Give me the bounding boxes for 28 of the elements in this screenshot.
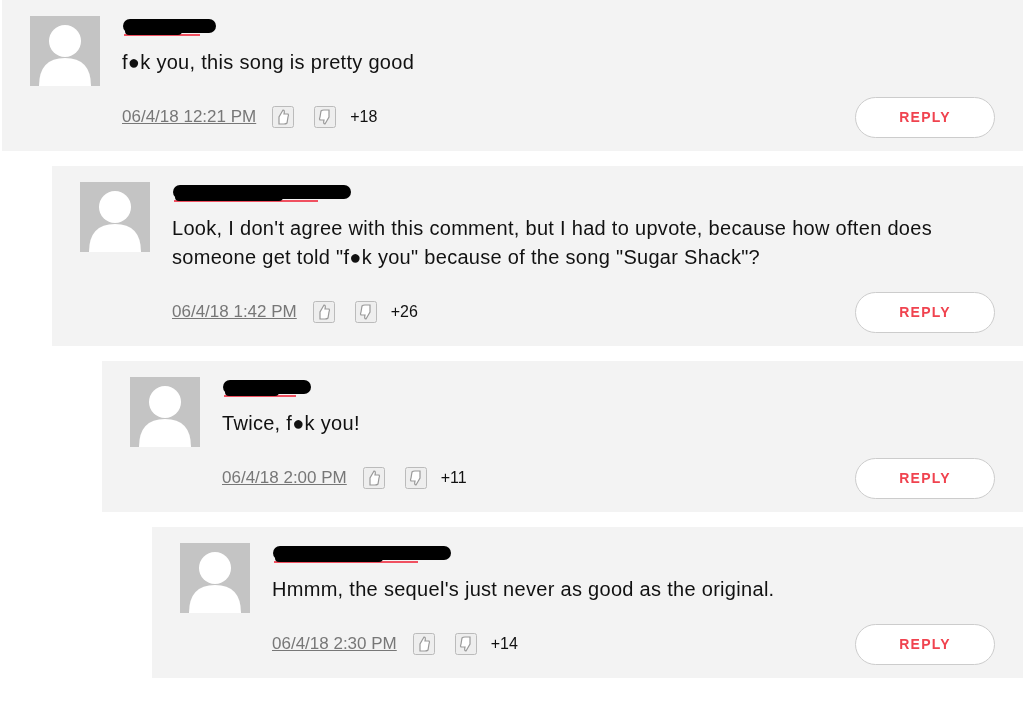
timestamp-link[interactable]: 06/4/18 1:42 PM xyxy=(172,302,297,322)
thumbs-up-icon[interactable] xyxy=(312,301,335,323)
thumbs-up-icon[interactable] xyxy=(362,467,385,489)
avatar-icon xyxy=(130,377,200,447)
avatar-icon xyxy=(80,182,150,252)
reply-button[interactable]: REPLY xyxy=(855,457,995,499)
vote-score: +26 xyxy=(390,303,418,321)
timestamp-link[interactable]: 06/4/18 2:30 PM xyxy=(272,634,397,654)
thumbs-down-icon[interactable] xyxy=(404,467,427,489)
thumbs-down-icon[interactable] xyxy=(314,106,337,128)
thumbs-up-icon[interactable] xyxy=(412,633,435,655)
reply-button[interactable]: REPLY xyxy=(855,96,995,138)
reply-button[interactable]: REPLY xyxy=(855,291,995,333)
timestamp-link[interactable]: 06/4/18 2:00 PM xyxy=(222,468,347,488)
thumbs-up-icon[interactable] xyxy=(272,106,295,128)
timestamp-link[interactable]: 06/4/18 12:21 PM xyxy=(122,107,257,127)
thumbs-down-icon[interactable] xyxy=(354,301,377,323)
vote-score: +14 xyxy=(490,635,518,653)
comment-text: Hmmm, the sequel's just never as good as the original. xyxy=(272,577,776,602)
thumbs-down-icon[interactable] xyxy=(454,633,477,655)
avatar-icon xyxy=(30,16,100,86)
comment-text: f●k you, this song is pretty good xyxy=(122,50,416,75)
avatar-icon xyxy=(180,543,250,613)
vote-score: +11 xyxy=(440,469,467,487)
vote-score: +18 xyxy=(350,108,378,126)
comment-text: Look, I don't agree with this comment, but I had to upvote, because how often does someone get told "f●k you" because of the song "Sugar Shack"? xyxy=(172,216,933,270)
reply-button[interactable]: REPLY xyxy=(855,623,995,665)
comment-text: Twice, f●k you! xyxy=(222,411,361,436)
